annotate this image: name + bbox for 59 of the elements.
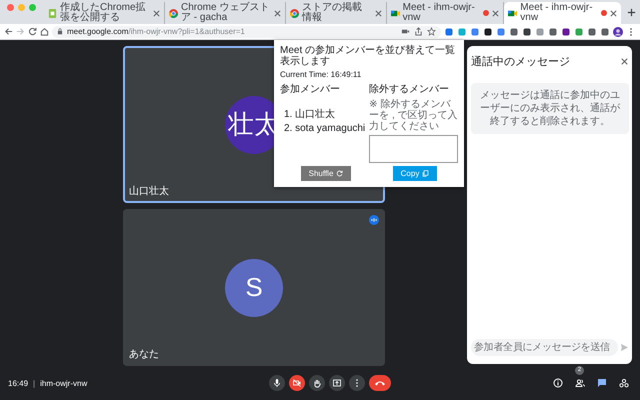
chat-icon (597, 378, 607, 388)
column-label: 参加メンバー (280, 82, 341, 96)
lock-icon (57, 28, 63, 35)
leave-call-button[interactable] (369, 375, 391, 391)
avatar: S (225, 258, 283, 316)
participant-name: 山口壮太 (129, 184, 169, 198)
copy-icon (422, 170, 430, 177)
info-icon (553, 378, 563, 388)
close-icon[interactable] (492, 10, 500, 16)
member-item: 2. sota yamaguchi (284, 123, 366, 134)
camera-button[interactable] (289, 375, 305, 391)
hint-text: ※ 除外するメンバーを , で区切って入力してください (369, 99, 458, 132)
recording-icon (600, 10, 607, 16)
star-icon[interactable] (427, 27, 436, 36)
close-icon[interactable] (620, 57, 629, 66)
microphone-button[interactable] (269, 375, 285, 391)
clock-time: 16:49 (8, 378, 28, 388)
member-item: 1. 山口壮太 (284, 108, 336, 121)
info-notice: メッセージは通話に参加中のユーザーにのみ表示され、通話が終了すると削除されます。 (471, 83, 629, 134)
reload-icon[interactable] (28, 27, 37, 36)
browser-tab[interactable]: Meet - ihm-owjr-vnw (504, 2, 621, 24)
message-field[interactable]: 参加者全員にメッセージを送信 (471, 339, 618, 356)
home-icon[interactable] (40, 27, 49, 36)
video-call-icon (508, 8, 518, 18)
chrome-icon (169, 8, 178, 18)
recording-icon (483, 10, 490, 16)
hang-up-icon (374, 379, 386, 387)
shapes-icon (619, 378, 629, 388)
panel-title: 通話中のメッセージ (471, 54, 570, 69)
document-icon (48, 8, 57, 18)
chrome-icon (290, 8, 299, 18)
video-call-icon (390, 8, 400, 18)
close-icon[interactable] (274, 10, 281, 16)
camera-off-icon (292, 378, 302, 388)
shuffle-button[interactable]: Shuffle (300, 166, 352, 181)
present-screen-icon (332, 378, 342, 388)
close-icon[interactable] (374, 10, 382, 16)
back-icon[interactable] (4, 27, 13, 36)
separator: | (33, 378, 36, 388)
share-icon[interactable] (414, 27, 423, 36)
close-icon[interactable] (610, 10, 617, 16)
address-field[interactable]: meet.google.com/ihm-owjr-vnw?pli=1&authuser=1 (52, 26, 441, 38)
new-tab-icon[interactable] (626, 8, 636, 17)
people-icon (575, 378, 585, 388)
column-label: 除外するメンバー (369, 83, 450, 96)
current-time: Current Time: 16:49:11 (280, 70, 362, 79)
raise-hand-button[interactable] (309, 375, 325, 391)
microphone-icon (272, 378, 282, 388)
camera-icon[interactable] (401, 27, 410, 36)
meeting-code: ihm-owjr-vnw (40, 378, 88, 388)
exclude-field[interactable] (369, 135, 458, 163)
refresh-icon (336, 170, 344, 177)
participant-name: あなた (129, 348, 159, 361)
more-options-button[interactable] (349, 375, 365, 391)
close-icon[interactable] (153, 10, 160, 16)
present-button[interactable] (329, 375, 345, 391)
hand-icon (312, 378, 322, 388)
avatar-icon[interactable] (613, 26, 623, 36)
popup-heading: Meet の参加メンバーを並び替えて一覧表示します (280, 45, 456, 67)
